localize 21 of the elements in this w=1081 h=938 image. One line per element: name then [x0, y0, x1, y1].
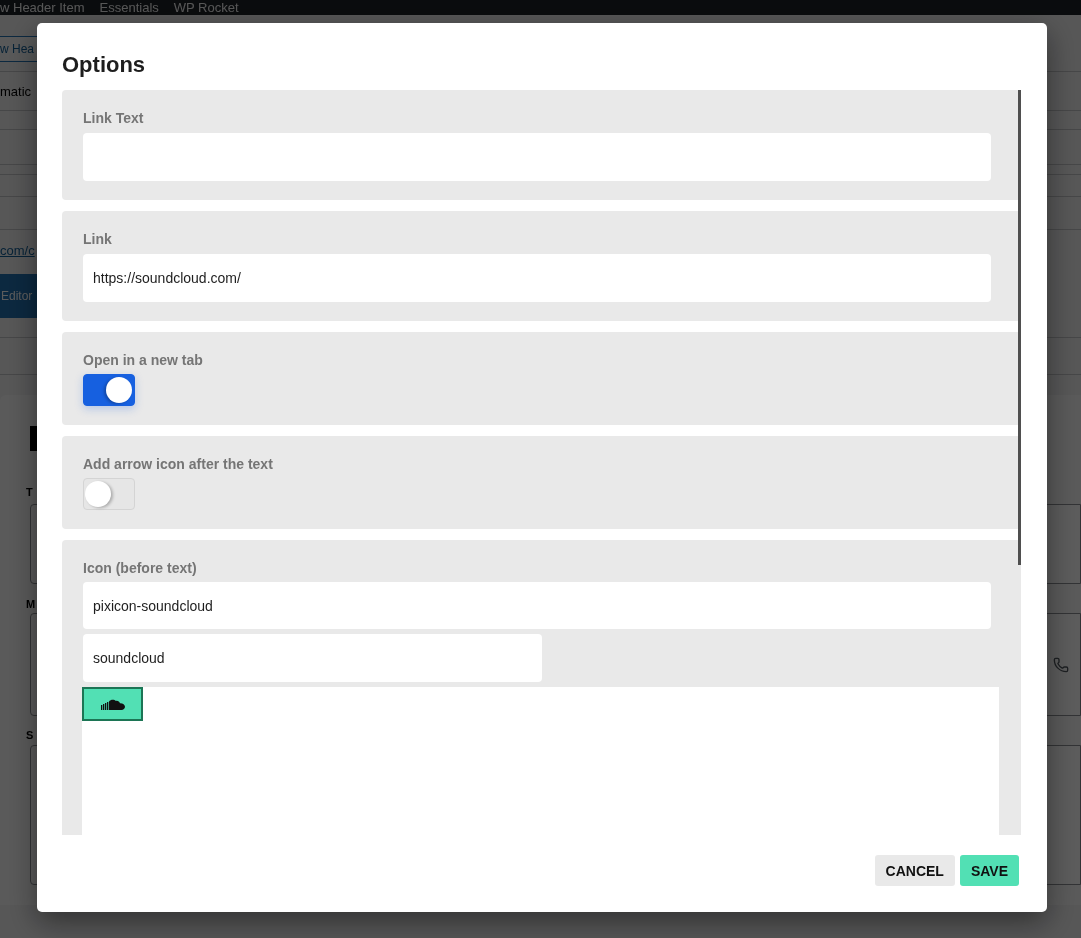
scrollbar-thumb[interactable] — [1018, 90, 1021, 565]
field-label: Link Text — [83, 110, 144, 126]
field-label: Link — [83, 231, 112, 247]
search-input[interactable]: soundcloud — [83, 634, 542, 682]
field-label: Icon (before text) — [83, 560, 197, 576]
text-input[interactable]: pixicon-soundcloud — [83, 582, 991, 629]
icon-tile[interactable] — [82, 687, 143, 721]
field-label: Add arrow icon after the text — [83, 456, 273, 472]
field-label: Open in a new tab — [83, 352, 203, 368]
phone-icon — [1053, 656, 1069, 673]
form-label: T — [26, 485, 33, 500]
image-placeholder — [30, 426, 37, 451]
setting-text: matic — [0, 83, 32, 99]
form-label: S — [26, 728, 34, 743]
cloud-icon — [100, 698, 125, 710]
dialog-title: Options — [62, 53, 146, 77]
cancel-button[interactable]: CANCEL — [874, 855, 955, 886]
form-label: M — [26, 597, 36, 612]
save-button[interactable]: SAVE — [959, 855, 1019, 886]
text-input[interactable]: https://soundcloud.com/ — [83, 254, 991, 302]
toggle-switch[interactable] — [83, 374, 135, 406]
